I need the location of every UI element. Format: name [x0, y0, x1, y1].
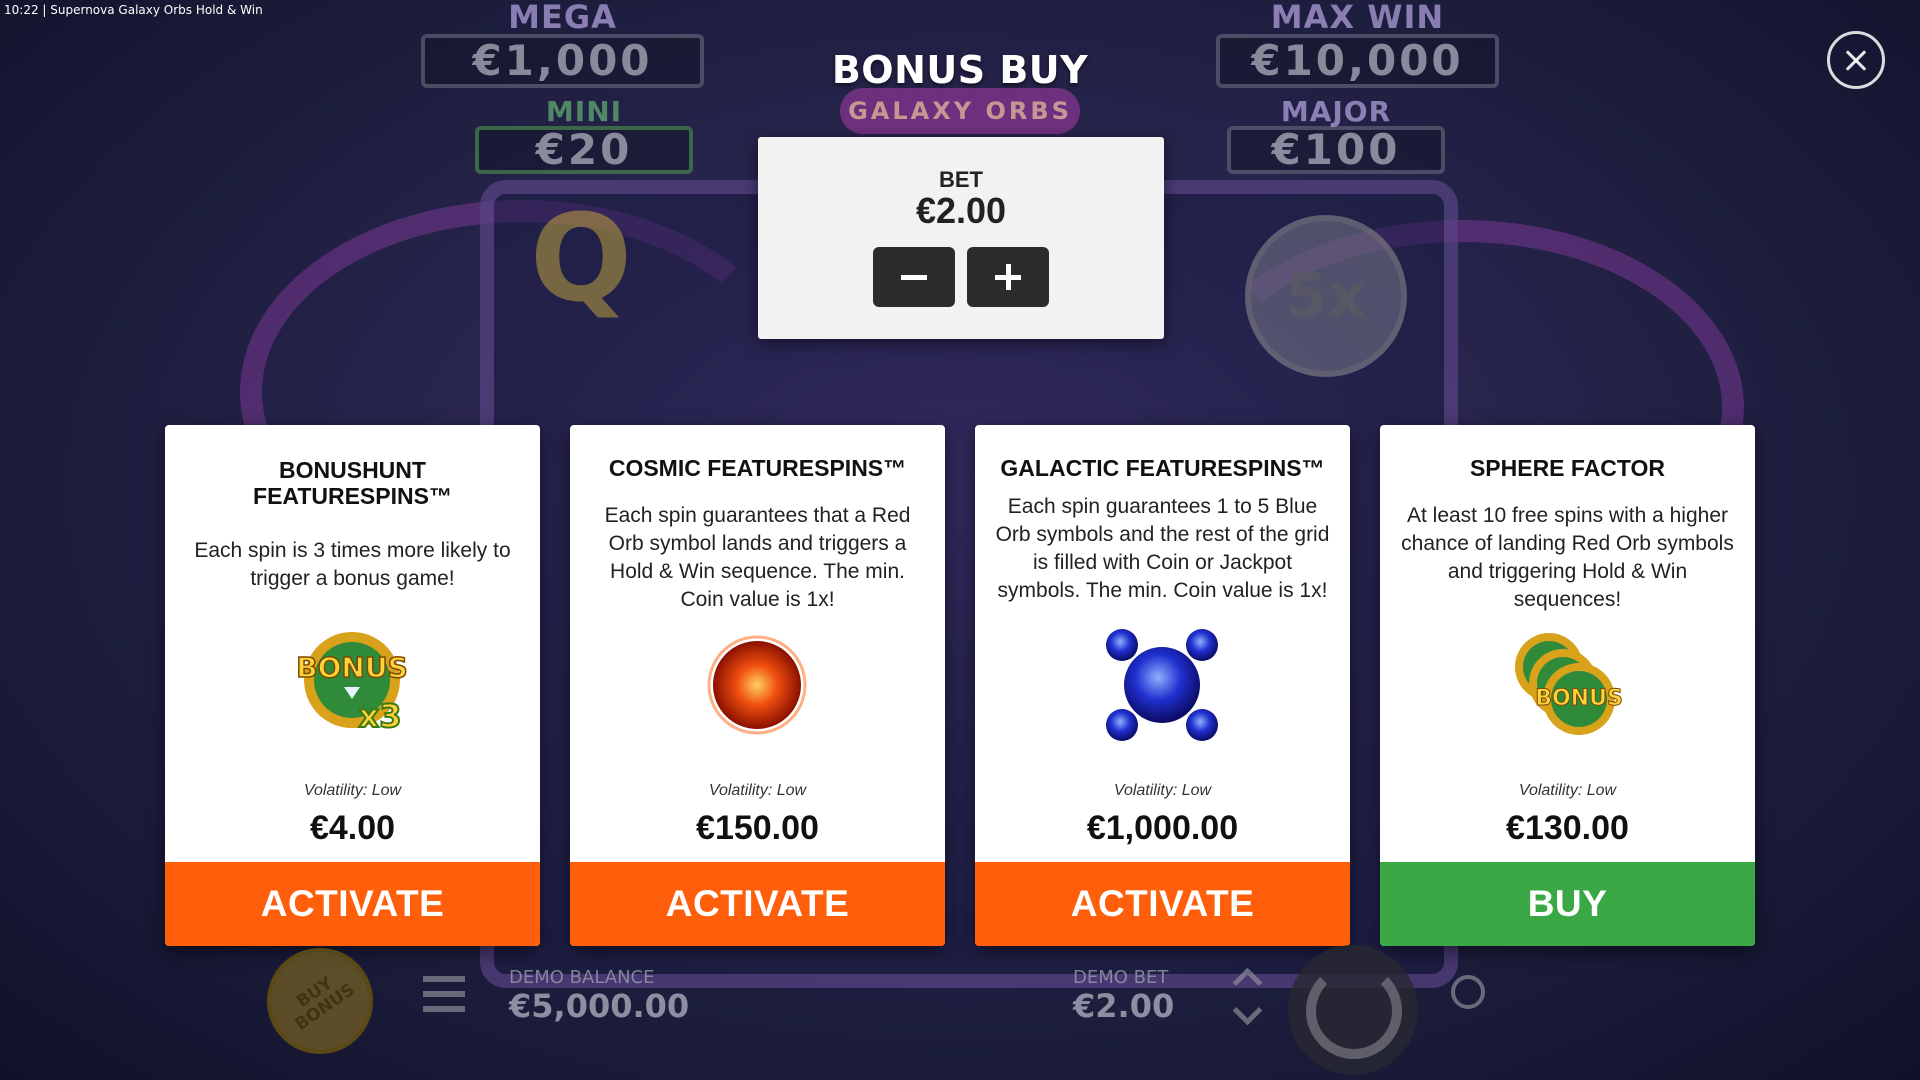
demo-bet-value: €2.00	[1073, 987, 1175, 1025]
card-description: At least 10 free spins with a higher cha…	[1401, 504, 1734, 611]
blue-orbs-icon	[1102, 625, 1222, 745]
jackpot-max-win-value: €10,000	[1216, 34, 1499, 88]
svg-text:BONUS: BONUS	[1535, 686, 1623, 711]
jackpot-mega-value: €1,000	[421, 34, 704, 88]
bonus-card-cosmic: COSMIC FEATURESPINS™ Each spin guarantee…	[570, 425, 945, 946]
chevron-down-icon[interactable]	[1232, 995, 1263, 1026]
bet-value: €2.00	[915, 190, 1007, 231]
jackpot-mini: MINI €20	[475, 98, 693, 174]
background-coin-5x: 5x	[1245, 215, 1407, 377]
chevron-up-icon[interactable]	[1232, 967, 1263, 998]
bonus-x3-icon: BONUS x3	[292, 625, 412, 745]
spin-button[interactable]	[1288, 945, 1418, 1075]
card-volatility: Volatility: Low	[708, 782, 807, 799]
demo-bet-label: DEMO BET	[1073, 967, 1169, 988]
card-price: €150.00	[696, 809, 819, 847]
jackpot-mini-label: MINI	[545, 95, 623, 128]
game-logo: GALAXY ORBS BONUS BUY	[795, 30, 1125, 140]
demo-balance-value: €5,000.00	[509, 987, 690, 1025]
card-title: BONUSHUNT FEATURESPINS™	[175, 457, 530, 509]
background-symbol-q: Q	[530, 190, 633, 329]
demo-balance-label: DEMO BALANCE	[509, 967, 655, 988]
logo-subtitle: GALAXY ORBS	[840, 88, 1080, 134]
minus-icon	[901, 275, 927, 280]
jackpot-mega: MEGA €1,000	[420, 0, 705, 88]
activate-button[interactable]: ACTIVATE	[570, 862, 945, 946]
bonus-card-bonushunt: BONUSHUNT FEATURESPINS™ Each spin is 3 t…	[165, 425, 540, 946]
buy-bonus-label: BUY BONUS	[291, 973, 359, 1035]
jackpot-mini-value: €20	[475, 126, 693, 174]
card-title: GALACTIC FEATURESPINS™	[1000, 455, 1325, 481]
card-volatility: Volatility: Low	[303, 782, 402, 799]
card-description: Each spin is 3 times more likely to trig…	[194, 539, 511, 590]
card-description: Each spin guarantees that a Red Orb symb…	[604, 504, 911, 611]
bonus-card-galactic: GALACTIC FEATURESPINS™ Each spin guarant…	[975, 425, 1350, 946]
jackpot-major-label: MAJOR	[1280, 95, 1392, 128]
jackpot-max-win: MAX WIN €10,000	[1215, 0, 1500, 88]
bet-decrease-button[interactable]	[873, 247, 955, 307]
bonus-buy-title: BONUS BUY	[831, 48, 1089, 92]
bet-panel: BET €2.00	[758, 137, 1164, 339]
plus-icon-vertical	[1006, 264, 1011, 290]
buy-bonus-button[interactable]: BUY BONUS	[267, 948, 373, 1054]
bet-adjust-arrows[interactable]	[1232, 962, 1263, 1028]
jackpot-major: MAJOR €100	[1227, 98, 1445, 174]
spin-icon	[1306, 963, 1402, 1059]
card-price: €4.00	[309, 809, 396, 847]
card-price: €130.00	[1506, 809, 1629, 847]
coin-label: 5x	[1285, 261, 1367, 331]
jackpot-major-value: €100	[1227, 126, 1445, 174]
jackpot-max-win-label: MAX WIN	[1270, 0, 1445, 36]
card-title: SPHERE FACTOR	[1469, 455, 1666, 481]
bet-increase-button[interactable]	[967, 247, 1049, 307]
bonus-stack-icon: BONUS	[1507, 625, 1627, 745]
card-price: €1,000.00	[1086, 809, 1239, 847]
autoplay-icon[interactable]	[1451, 975, 1485, 1009]
svg-text:x3: x3	[359, 697, 402, 735]
red-orb-icon	[697, 625, 817, 745]
card-description: Each spin guarantees 1 to 5 Blue Orb sym…	[995, 495, 1330, 602]
jackpot-mega-label: MEGA	[508, 0, 617, 36]
activate-button[interactable]: ACTIVATE	[975, 862, 1350, 946]
card-volatility: Volatility: Low	[1113, 782, 1212, 799]
svg-text:BONUS: BONUS	[296, 651, 407, 684]
menu-icon[interactable]	[423, 976, 465, 1012]
buy-button[interactable]: BUY	[1380, 862, 1755, 946]
close-icon[interactable]	[1827, 31, 1885, 89]
card-title-text: BONUSHUNT FEATURESPINS™	[253, 457, 452, 509]
card-title: COSMIC FEATURESPINS™	[608, 455, 907, 481]
window-status-text: 10:22 | Supernova Galaxy Orbs Hold & Win	[4, 3, 263, 17]
bonus-card-sphere-factor: SPHERE FACTOR At least 10 free spins wit…	[1380, 425, 1755, 946]
card-volatility: Volatility: Low	[1518, 782, 1617, 799]
activate-button[interactable]: ACTIVATE	[165, 862, 540, 946]
